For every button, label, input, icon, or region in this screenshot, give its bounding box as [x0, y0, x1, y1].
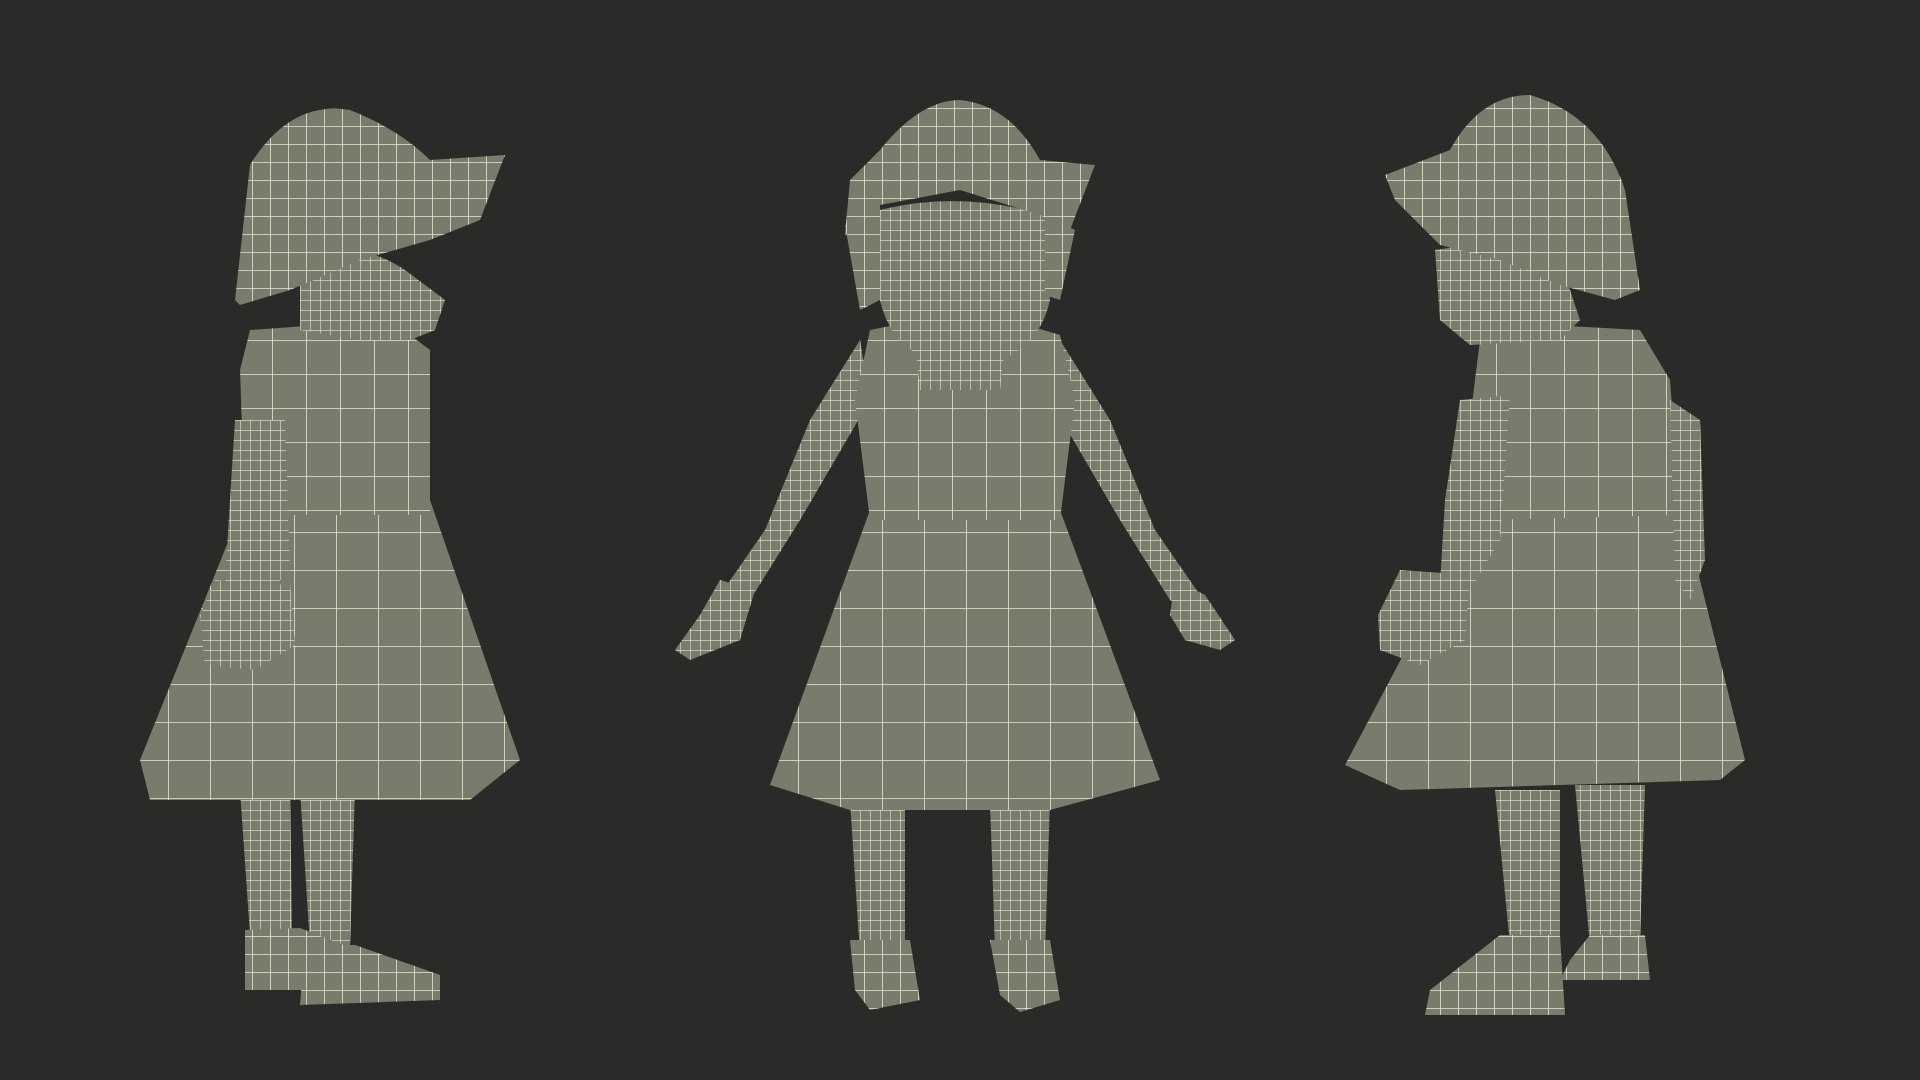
dress-skirt — [770, 510, 1160, 810]
sandals — [850, 940, 1060, 1012]
sandals — [1425, 935, 1650, 1015]
side-view-left-facing — [1345, 95, 1745, 1015]
legs — [1495, 785, 1645, 945]
render-viewport — [0, 0, 1920, 1080]
dress-skirt — [140, 500, 520, 800]
side-view-right-facing — [140, 108, 520, 1005]
legs — [850, 800, 1050, 955]
front-view — [675, 100, 1235, 1012]
legs — [240, 790, 355, 945]
render-canvas — [140, 95, 1745, 1015]
arm — [200, 420, 295, 670]
